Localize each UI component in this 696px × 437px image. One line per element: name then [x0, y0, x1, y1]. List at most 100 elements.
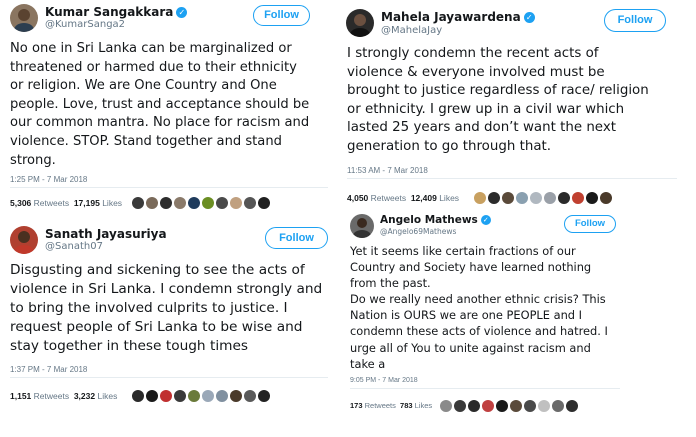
liker-avatar[interactable] [160, 197, 172, 209]
liker-avatar[interactable] [244, 390, 256, 402]
retweets-label[interactable]: Retweets [34, 391, 69, 401]
follow-button[interactable]: Follow [564, 215, 616, 233]
tweet-text: Yet it seems like certain fractions of o… [350, 244, 608, 371]
avatar-icon [350, 14, 370, 37]
tweet-stats: 4,050 Retweets 12,409 Likes [347, 193, 459, 203]
verified-icon: ✓ [480, 215, 491, 225]
verified-icon: ✓ [523, 12, 535, 23]
liker-avatar[interactable] [544, 192, 556, 204]
likes-label[interactable]: Likes [415, 401, 433, 410]
liker-avatar[interactable] [188, 197, 200, 209]
author-handle[interactable]: @Sanath07 [45, 241, 103, 252]
retweets-count[interactable]: 173 [350, 401, 363, 410]
tweet-text: No one in Sri Lanka can be marginalized … [10, 41, 310, 168]
tweet-timestamp[interactable]: 9:05 PM - 7 Mar 2018 [350, 377, 418, 384]
liker-avatar[interactable] [474, 192, 486, 204]
tweet-timestamp[interactable]: 11:53 AM - 7 Mar 2018 [347, 166, 428, 175]
liker-avatar[interactable] [516, 192, 528, 204]
liker-avatar[interactable] [502, 192, 514, 204]
avatar-icon [14, 9, 34, 32]
liker-avatar[interactable] [230, 390, 242, 402]
tweet-card-sangakkara: Kumar Sangakkara ✓ @KumarSanga2 Follow No… [0, 0, 338, 218]
likes-label[interactable]: Likes [97, 391, 117, 401]
tweet-card-mathews: Angelo Mathews ✓ @Angelo69Mathews Follow … [342, 210, 642, 437]
divider [10, 187, 328, 188]
liker-avatar[interactable] [488, 192, 500, 204]
liked-by-avatars [440, 400, 578, 412]
tweet-text: I strongly condemn the recent acts of vi… [347, 46, 649, 154]
liker-avatar[interactable] [600, 192, 612, 204]
liker-avatar[interactable] [216, 197, 228, 209]
author-name[interactable]: Mahela Jayawardena ✓ [381, 10, 535, 24]
liker-avatar[interactable] [530, 192, 542, 204]
liker-avatar[interactable] [230, 197, 242, 209]
likes-label[interactable]: Likes [439, 193, 459, 203]
divider [10, 377, 328, 378]
avatar[interactable] [350, 214, 374, 238]
retweets-count[interactable]: 5,306 [10, 198, 31, 208]
retweets-count[interactable]: 4,050 [347, 193, 368, 203]
tweet-stats: 5,306 Retweets 17,195 Likes [10, 198, 122, 208]
divider [347, 178, 677, 179]
divider [350, 388, 620, 389]
author-name[interactable]: Kumar Sangakkara ✓ [45, 5, 188, 19]
liker-avatar[interactable] [440, 400, 452, 412]
likes-count[interactable]: 12,409 [411, 193, 437, 203]
liker-avatar[interactable] [538, 400, 550, 412]
follow-button[interactable]: Follow [253, 5, 310, 26]
author-name[interactable]: Angelo Mathews ✓ [380, 214, 491, 226]
liker-avatar[interactable] [258, 197, 270, 209]
follow-button[interactable]: Follow [265, 227, 328, 249]
avatar-icon [14, 231, 34, 254]
avatar[interactable] [10, 4, 38, 32]
likes-count[interactable]: 783 [400, 401, 413, 410]
tweet-timestamp[interactable]: 1:37 PM - 7 Mar 2018 [10, 365, 87, 374]
tweet-stats: 173 Retweets 783 Likes [350, 401, 432, 410]
liker-avatar[interactable] [572, 192, 584, 204]
verified-icon: ✓ [176, 7, 188, 18]
liker-avatar[interactable] [586, 192, 598, 204]
liker-avatar[interactable] [496, 400, 508, 412]
tweet-timestamp[interactable]: 1:25 PM - 7 Mar 2018 [10, 175, 87, 184]
liker-avatar[interactable] [454, 400, 466, 412]
liker-avatar[interactable] [174, 197, 186, 209]
likes-count[interactable]: 17,195 [74, 198, 100, 208]
liker-avatar[interactable] [160, 390, 172, 402]
liker-avatar[interactable] [174, 390, 186, 402]
avatar[interactable] [10, 226, 38, 254]
liker-avatar[interactable] [566, 400, 578, 412]
liker-avatar[interactable] [216, 390, 228, 402]
retweets-label[interactable]: Retweets [365, 401, 396, 410]
liker-avatar[interactable] [132, 390, 144, 402]
avatar-icon [353, 218, 371, 238]
liker-avatar[interactable] [202, 197, 214, 209]
liker-avatar[interactable] [188, 390, 200, 402]
liker-avatar[interactable] [146, 197, 158, 209]
liker-avatar[interactable] [558, 192, 570, 204]
liker-avatar[interactable] [202, 390, 214, 402]
retweets-count[interactable]: 1,151 [10, 391, 31, 401]
author-handle[interactable]: @MahelaJay [381, 25, 442, 36]
tweet-stats: 1,151 Retweets 3,232 Likes [10, 391, 117, 401]
follow-button[interactable]: Follow [604, 9, 666, 32]
likes-label[interactable]: Likes [102, 198, 122, 208]
liker-avatar[interactable] [524, 400, 536, 412]
likes-count[interactable]: 3,232 [74, 391, 95, 401]
liker-avatar[interactable] [482, 400, 494, 412]
liker-avatar[interactable] [244, 197, 256, 209]
avatar[interactable] [346, 9, 374, 37]
liker-avatar[interactable] [132, 197, 144, 209]
author-handle[interactable]: @Angelo69Mathews [380, 227, 456, 236]
author-handle[interactable]: @KumarSanga2 [45, 19, 125, 30]
liker-avatar[interactable] [146, 390, 158, 402]
retweets-label[interactable]: Retweets [371, 193, 406, 203]
tweet-text: Disgusting and sickening to see the acts… [10, 262, 323, 354]
liker-avatar[interactable] [468, 400, 480, 412]
liker-avatar[interactable] [552, 400, 564, 412]
author-name[interactable]: Sanath Jayasuriya [45, 227, 167, 241]
liker-avatar[interactable] [258, 390, 270, 402]
liked-by-avatars [132, 390, 270, 402]
tweet-card-jayasuriya: Sanath Jayasuriya @Sanath07 Follow Disgu… [0, 220, 338, 437]
retweets-label[interactable]: Retweets [34, 198, 69, 208]
liker-avatar[interactable] [510, 400, 522, 412]
